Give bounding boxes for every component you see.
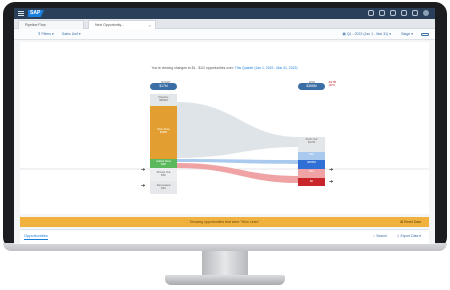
arrow-right-icon: ➔ (329, 167, 334, 173)
segment-value: $28 (161, 162, 166, 167)
bell-icon[interactable] (379, 10, 385, 16)
view-caption: You're viewing changes to $1 - $1/2 oppo… (20, 66, 429, 70)
sales-unit-select[interactable]: Sales Unit ▾ (62, 32, 81, 37)
arrow-right-icon: ➔ (141, 167, 146, 173)
reset-data-button[interactable]: ⊠ Reset Data (400, 220, 421, 224)
tab-label: Next Opportunity... (95, 23, 124, 27)
export-data-button[interactable]: ⇩ Export Data ▾ (397, 234, 421, 238)
segment-value: $28M (160, 130, 167, 135)
gear-icon[interactable] (401, 10, 407, 16)
caption-range-link[interactable]: This Quarter (Jan 1, 2022 - Mar 31, 2022… (235, 66, 298, 70)
filter-banner: Showing opportunities that were "Won Lin… (20, 217, 429, 227)
shell-bar: SAP (14, 8, 435, 19)
segment-value: $10 (309, 152, 314, 156)
filter-toolbar: ⊽ Filters ▾ Sales Unit ▾ ▦ Q1 - 2022 (Ja… (14, 29, 435, 40)
monitor-stand-neck (202, 251, 248, 277)
segment-value: $355M (307, 160, 316, 164)
filters-button[interactable]: ⊽ Filters ▾ (38, 32, 54, 37)
pipeline-flow-panel: You're viewing changes to $1 - $1/2 oppo… (20, 42, 429, 214)
search-icon[interactable] (368, 10, 374, 16)
grid-icon[interactable] (412, 10, 418, 16)
end-segment-pushout-label[interactable]: Push Out $17M (298, 137, 325, 145)
arrow-right-icon: ➔ (329, 179, 334, 185)
caption-text: You're viewing changes to $1 - $1/2 oppo… (151, 66, 234, 70)
date-range-select[interactable]: ▦ Q1 - 2022 (Jan 1 - Mar 31) ▾ (343, 32, 391, 37)
opportunities-toolbar: Opportunities ⌕ Search ⇩ Export Data ▾ (20, 229, 429, 244)
banner-text: Showing opportunities that were "Won Lin… (189, 220, 260, 224)
start-value-pill[interactable]: $17M (150, 83, 177, 90)
start-segment-pipeline-label[interactable]: Pipeline $680M (150, 95, 177, 103)
shell-actions (368, 10, 429, 16)
start-segment-added-label[interactable]: Added Flow $28 (150, 159, 177, 167)
end-segment-won-label[interactable]: $355M (298, 160, 325, 164)
avatar[interactable] (423, 10, 429, 16)
segment-value: $14 (309, 169, 314, 173)
delta-percent: -30% (328, 83, 336, 88)
start-segment-moved-label[interactable]: Moved Out $50 (150, 170, 177, 178)
end-value-pill[interactable]: $368M (298, 83, 325, 90)
segment-value: $680M (159, 98, 168, 103)
search-button[interactable]: ⌕ Search (373, 234, 387, 238)
stage-select[interactable]: Stage ▾ (401, 32, 413, 37)
arrow-right-icon: ➔ (141, 183, 146, 189)
tab-opportunities[interactable]: Opportunities (24, 233, 48, 240)
end-segment-lost-label[interactable]: $14 (298, 169, 325, 173)
end-segment-added-label[interactable]: $10 (298, 152, 325, 156)
end-segment-closed-label[interactable]: $0 (298, 179, 325, 183)
monitor-chin (3, 243, 447, 251)
added-flow-ribbon (177, 159, 298, 164)
monitor-stand-base (165, 275, 285, 285)
segment-value: $0 (309, 179, 314, 183)
segment-value: $40 (161, 186, 166, 191)
segment-value: $50 (161, 173, 166, 178)
segment-value: $17M (308, 140, 315, 145)
tab-next-opportunity[interactable]: Next Opportunity... × (88, 20, 156, 29)
monitor-screen: SAP Pipeline Flow Next Opportunity... × … (14, 8, 435, 244)
won-flow-ribbon (177, 102, 298, 158)
help-icon[interactable] (390, 10, 396, 16)
delta-indicator: -$17B -30% (328, 80, 336, 88)
sap-logo[interactable]: SAP (28, 10, 44, 17)
tab-pipeline-flow[interactable]: Pipeline Flow (18, 20, 84, 29)
tab-bar: Pipeline Flow Next Opportunity... × (14, 19, 435, 29)
tab-label: Pipeline Flow (25, 23, 46, 27)
menu-icon[interactable] (18, 11, 24, 16)
start-segment-decreased-label[interactable]: Decreased $40 (150, 183, 177, 191)
view-toggle[interactable] (421, 33, 429, 36)
lost-flow-ribbon (177, 163, 298, 183)
start-segment-won-label[interactable]: Won Flow $28M (150, 127, 177, 135)
